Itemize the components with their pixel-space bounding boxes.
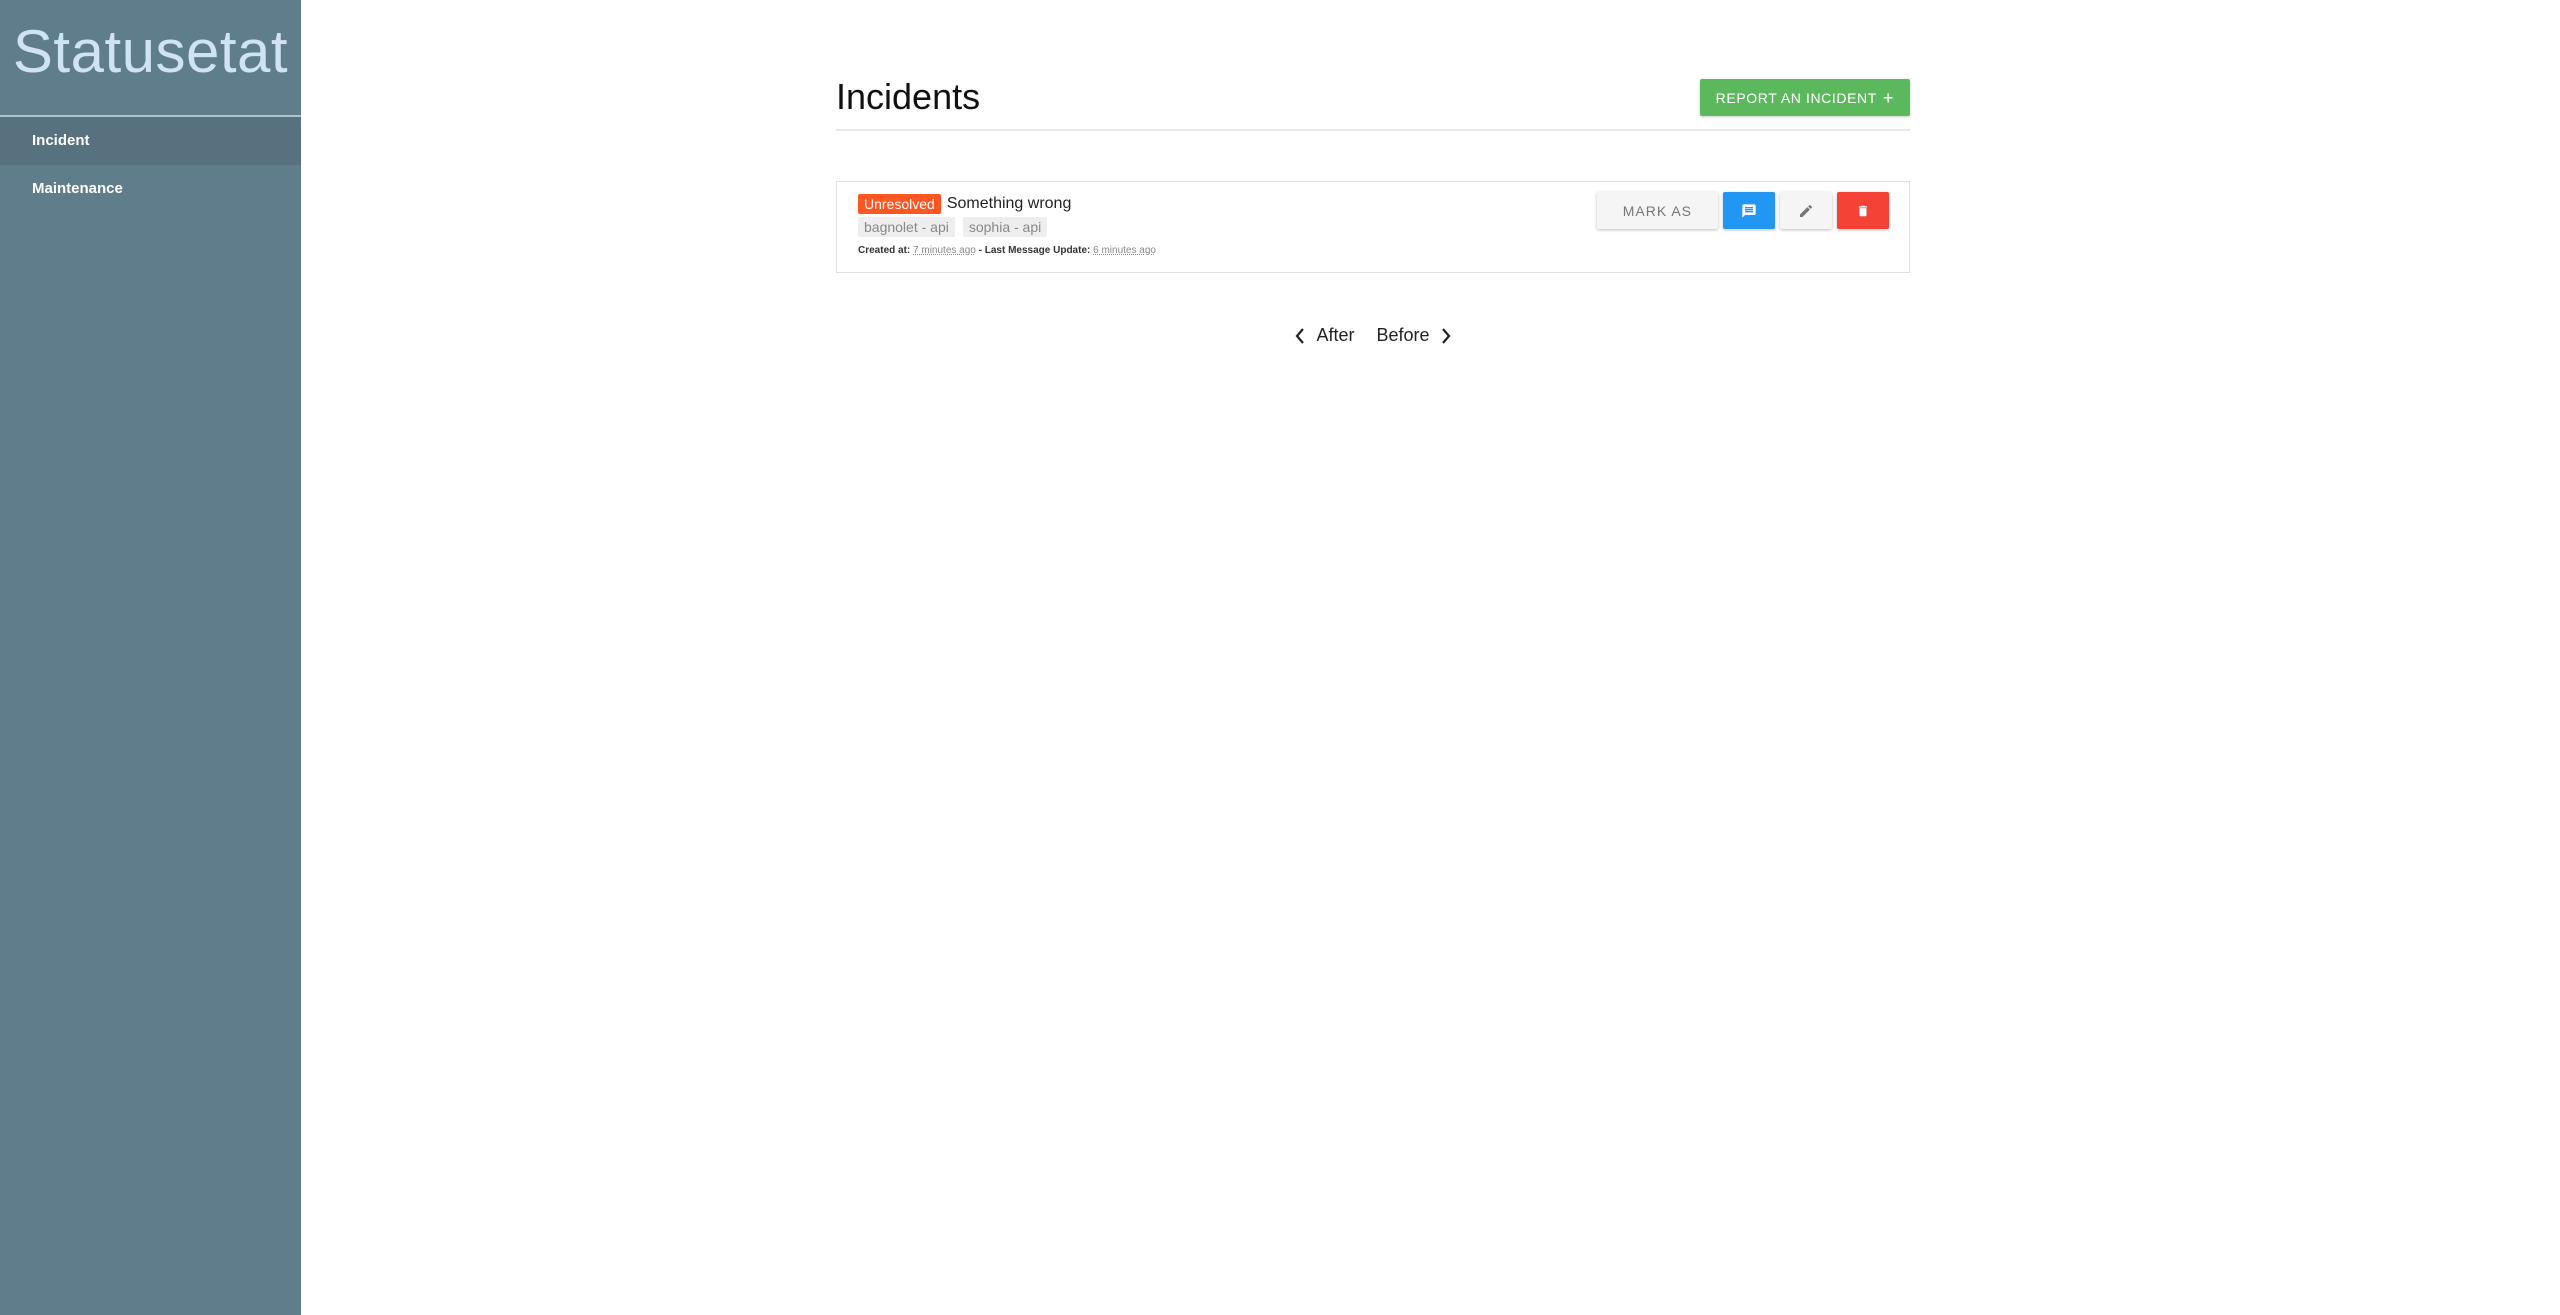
chevron-right-icon [1441,327,1450,344]
pencil-icon [1800,204,1813,217]
incident-card: Unresolved Something wrong bagnolet - ap… [836,181,1910,273]
add-message-button[interactable] [1723,192,1775,229]
pagination-before-label: Before [1376,325,1430,345]
comment-icon [1742,203,1756,218]
component-tag: sophia - api [962,217,1048,237]
pagination-after-label: After [1316,325,1355,345]
brand-logo-text[interactable]: Statusetat [13,17,288,98]
plus-icon: + [1882,87,1894,108]
updated-label: Last Message Update: [984,245,1091,256]
pagination-after-link[interactable]: After [1294,325,1354,346]
delete-button[interactable] [1837,192,1889,229]
report-incident-button[interactable]: REPORT AN INCIDENT + [1699,79,1910,116]
pagination: After Before [836,325,1910,346]
incident-title: Something wrong [946,195,1072,212]
page-header: Incidents REPORT AN INCIDENT + [836,0,1910,131]
report-incident-label: REPORT AN INCIDENT [1715,89,1877,106]
sidebar: Statusetat Incident Maintenance [0,0,301,1315]
status-badge: Unresolved [858,194,941,214]
main-content: Incidents REPORT AN INCIDENT + Unresolve… [301,0,2560,1315]
page-title: Incidents [836,76,981,117]
component-tag: bagnolet - api [858,217,955,237]
incident-actions: MARK AS [1596,192,1889,229]
chevron-left-icon [1296,327,1305,344]
sidebar-item-maintenance[interactable]: Maintenance [0,165,301,213]
incident-meta: Created at: 7 minutes ago - Last Message… [858,245,1156,256]
created-time: 7 minutes ago [913,245,976,256]
content-column: Incidents REPORT AN INCIDENT + Unresolve… [836,0,1910,345]
brand: Statusetat [0,0,301,117]
mark-as-button[interactable]: MARK AS [1596,192,1718,229]
updated-time: 6 minutes ago [1093,245,1156,256]
created-label: Created at: [858,245,911,256]
sidebar-item-incident[interactable]: Incident [0,117,301,165]
trash-icon [1858,205,1868,216]
pagination-before-link[interactable]: Before [1376,325,1451,346]
edit-button[interactable] [1780,192,1832,229]
incident-tags: bagnolet - api sophia - api [858,217,1048,237]
incident-title-row: Unresolved Something wrong [858,194,1071,214]
